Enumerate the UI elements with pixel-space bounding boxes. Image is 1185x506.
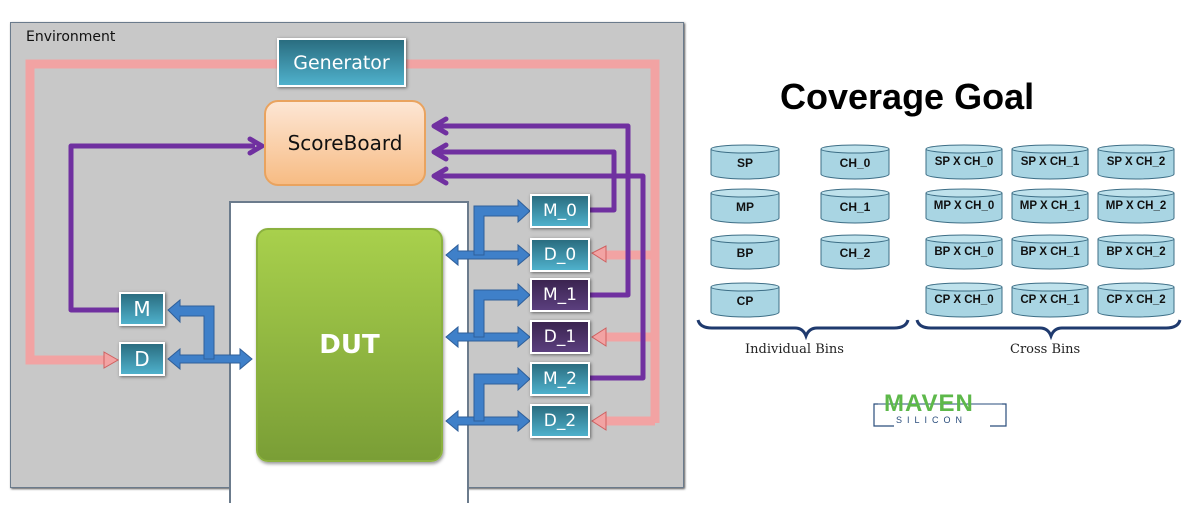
individual-bins-brace [696,319,910,341]
individual-bins-label: Individual Bins [745,342,844,357]
logo-main-text: MAVEN [884,390,974,417]
cross-bins-label: Cross Bins [1010,342,1081,357]
cross-bins-brace [915,319,1182,341]
logo-sub-text: SILICON [896,415,968,425]
maven-silicon-logo: MAVEN SILICON [872,390,1012,434]
